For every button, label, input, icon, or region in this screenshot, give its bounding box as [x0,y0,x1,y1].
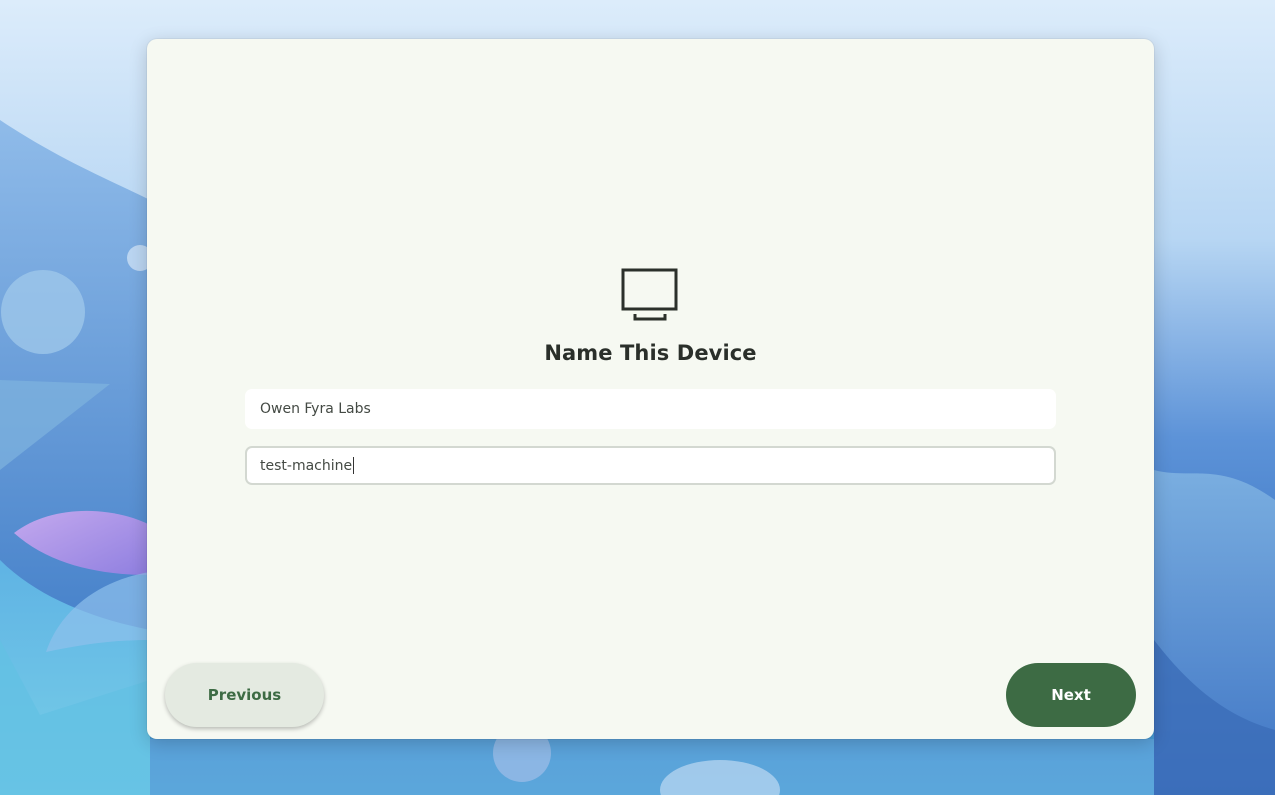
previous-button[interactable]: Previous [165,663,324,727]
device-name-input[interactable]: test-machine [245,446,1056,485]
device-name-value: test-machine [260,457,353,474]
page-title: Name This Device [544,341,757,365]
next-button[interactable]: Next [1006,663,1136,727]
company-name-field[interactable]: Owen Fyra Labs [245,389,1056,429]
text-caret [353,457,355,474]
monitor-icon [621,268,679,322]
setup-window: Name This Device Owen Fyra Labs test-mac… [147,39,1154,739]
company-name-value: Owen Fyra Labs [260,401,371,417]
